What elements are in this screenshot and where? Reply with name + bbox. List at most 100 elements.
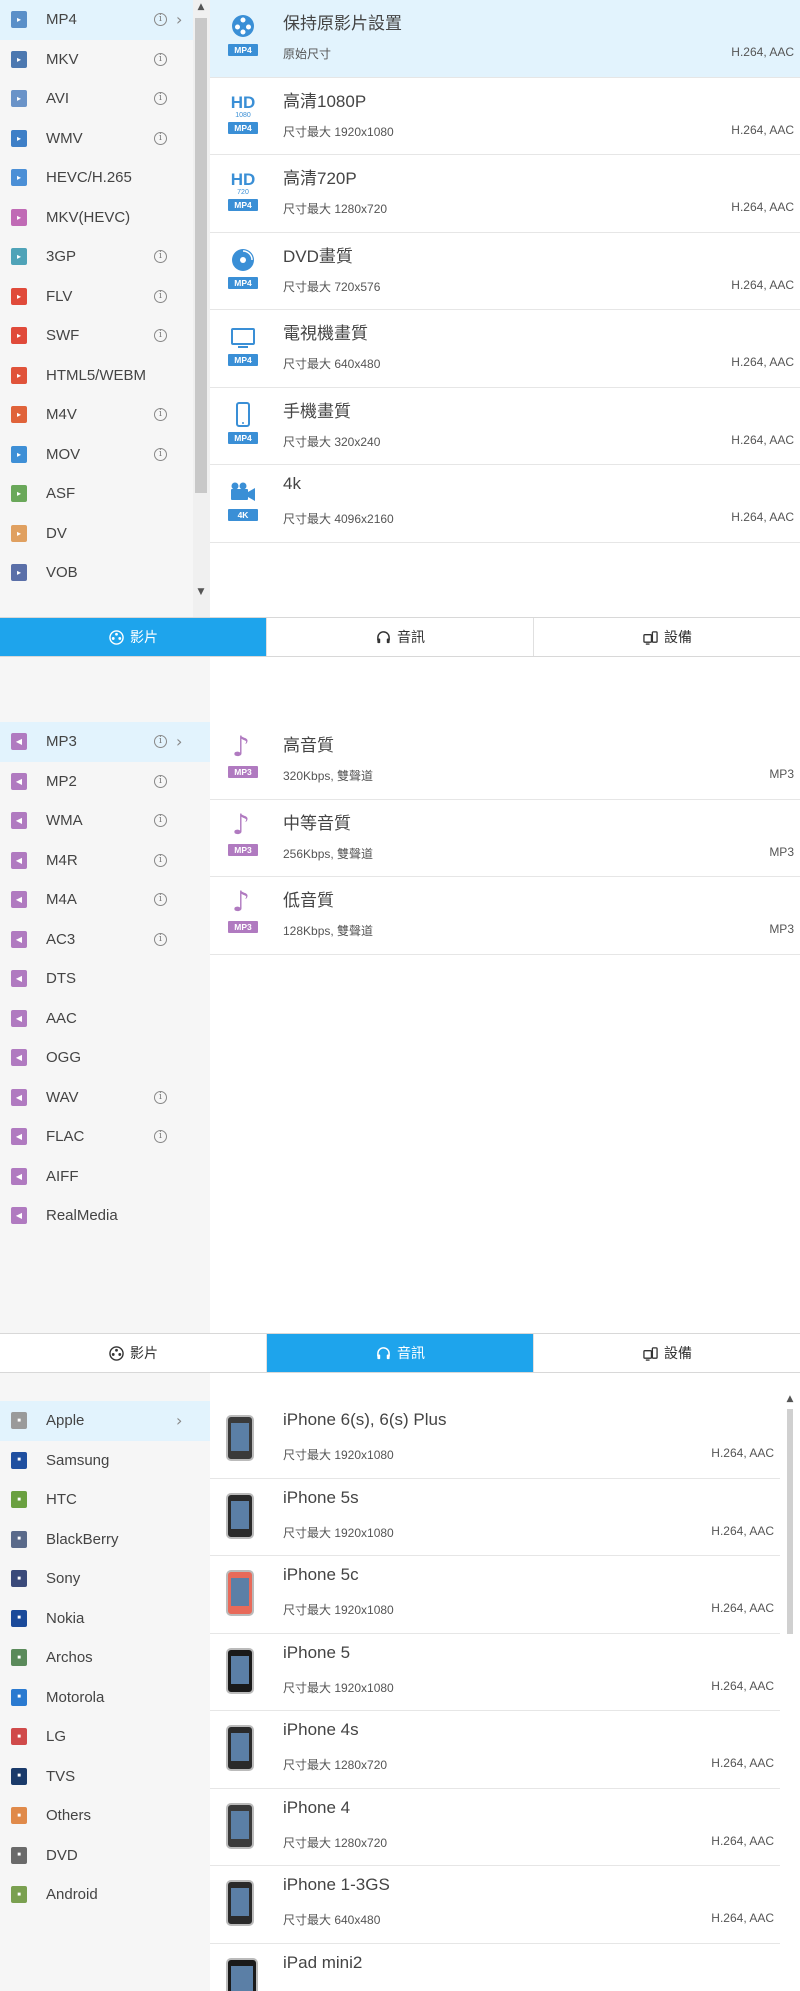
tab-audio[interactable]: 音訊 bbox=[267, 618, 534, 656]
sidebar-item-htc[interactable]: ■ HTC bbox=[0, 1480, 210, 1520]
sidebar-item-mp3[interactable]: ◀ MP3 i › bbox=[0, 722, 210, 762]
audio-preset-row[interactable]: ♪ MP3 中等音質 256Kbps, 雙聲道 MP3 bbox=[210, 800, 800, 877]
sidebar-item-mkv-hevc-[interactable]: ▸ MKV(HEVC) bbox=[0, 198, 210, 238]
wmv-file-icon: ▸ bbox=[11, 129, 27, 147]
sidebar-item-ogg[interactable]: ◀ OGG bbox=[0, 1038, 210, 1078]
sidebar-item-html5-webm[interactable]: ▸ HTML5/WEBM bbox=[0, 356, 210, 396]
sidebar-item-apple[interactable]: ■ Apple › bbox=[0, 1401, 210, 1441]
brand-lg-icon: ■ bbox=[11, 1728, 27, 1746]
info-icon[interactable]: i bbox=[154, 92, 167, 106]
sidebar-item-realmedia[interactable]: ◀ RealMedia bbox=[0, 1196, 210, 1236]
scroll-thumb[interactable] bbox=[195, 18, 207, 493]
device-row[interactable]: iPhone 4s 尺寸最大 1280x720 H.264, AAC bbox=[210, 1711, 780, 1789]
sidebar-item-3gp[interactable]: ▸ 3GP i bbox=[0, 237, 210, 277]
tab-devices[interactable]: 設備 bbox=[534, 1334, 800, 1372]
device-row[interactable]: iPhone 5s 尺寸最大 1920x1080 H.264, AAC bbox=[210, 1479, 780, 1556]
sidebar-item-aiff[interactable]: ◀ AIFF bbox=[0, 1157, 210, 1197]
preset-row[interactable]: 4K 4k 尺寸最大 4096x2160 H.264, AAC bbox=[210, 465, 800, 543]
brand-others-icon: ■ bbox=[11, 1807, 27, 1825]
sidebar-item-m4v[interactable]: ▸ M4V i bbox=[0, 395, 210, 435]
sidebar-item-swf[interactable]: ▸ SWF i bbox=[0, 316, 210, 356]
sidebar-item-asf[interactable]: ▸ ASF bbox=[0, 474, 210, 514]
sidebar-item-android[interactable]: ■ Android bbox=[0, 1875, 210, 1915]
video-preset-list: MP4 保持原影片設置 原始尺寸 H.264, AAC HD 1080 MP4 高清1080P… bbox=[210, 0, 800, 543]
info-icon[interactable]: i bbox=[154, 814, 167, 828]
info-icon[interactable]: i bbox=[154, 1130, 167, 1144]
device-row[interactable]: iPhone 5c 尺寸最大 1920x1080 H.264, AAC bbox=[210, 1556, 780, 1634]
sidebar-item-others[interactable]: ■ Others bbox=[0, 1796, 210, 1836]
preset-row[interactable]: MP4 電視機畫質 尺寸最大 640x480 H.264, AAC bbox=[210, 310, 800, 388]
info-icon[interactable]: i bbox=[154, 774, 167, 788]
device-row[interactable]: iPhone 1-3GS 尺寸最大 640x480 H.264, AAC bbox=[210, 1866, 780, 1944]
audio-file-icon: ◀ bbox=[11, 812, 27, 830]
audio-preset-row[interactable]: ♪ MP3 高音質 320Kbps, 雙聲道 MP3 bbox=[210, 722, 800, 800]
info-icon[interactable]: i bbox=[154, 289, 167, 303]
preset-row[interactable]: MP4 DVD畫質 尺寸最大 720x576 H.264, AAC bbox=[210, 233, 800, 310]
sidebar-item-lg[interactable]: ■ LG bbox=[0, 1717, 210, 1757]
preset-row[interactable]: HD 720 MP4 高清720P 尺寸最大 1280x720 H.264, AAC bbox=[210, 155, 800, 233]
device-row[interactable]: iPhone 4 尺寸最大 1280x720 H.264, AAC bbox=[210, 1789, 780, 1866]
scroll-thumb[interactable] bbox=[787, 1409, 793, 1634]
audio-preset-row[interactable]: ♪ MP3 低音質 128Kbps, 雙聲道 MP3 bbox=[210, 877, 800, 955]
info-icon[interactable]: i bbox=[154, 329, 167, 343]
info-icon[interactable]: i bbox=[154, 250, 167, 264]
preset-row[interactable]: MP4 保持原影片設置 原始尺寸 H.264, AAC bbox=[210, 0, 800, 78]
tab-video[interactable]: 影片 bbox=[0, 618, 267, 656]
tab-video[interactable]: 影片 bbox=[0, 1334, 267, 1372]
info-icon[interactable]: i bbox=[154, 408, 167, 422]
sidebar-item-mp2[interactable]: ◀ MP2 i bbox=[0, 762, 210, 802]
sidebar-item-avi[interactable]: ▸ AVI i bbox=[0, 79, 210, 119]
device-thumbnail bbox=[226, 1802, 254, 1849]
preset-row[interactable]: MP4 手機畫質 尺寸最大 320x240 H.264, AAC bbox=[210, 388, 800, 465]
sidebar-item-dv[interactable]: ▸ DV bbox=[0, 514, 210, 554]
sidebar-item-wav[interactable]: ◀ WAV i bbox=[0, 1078, 210, 1118]
format-badge: MP4 bbox=[228, 354, 258, 366]
scroll-up-arrow[interactable]: ▲ bbox=[783, 1394, 797, 1404]
device-name: iPhone 5 bbox=[283, 1642, 351, 1662]
device-row[interactable]: iPhone 5 尺寸最大 1920x1080 H.264, AAC bbox=[210, 1634, 780, 1711]
info-icon[interactable]: i bbox=[154, 893, 167, 907]
sidebar-item-wmv[interactable]: ▸ WMV i bbox=[0, 119, 210, 159]
sidebar-item-nokia[interactable]: ■ Nokia bbox=[0, 1599, 210, 1639]
sidebar-item-m4a[interactable]: ◀ M4A i bbox=[0, 880, 210, 920]
sidebar-item-dvd[interactable]: ■ DVD bbox=[0, 1836, 210, 1876]
scroll-down-arrow[interactable]: ▼ bbox=[194, 587, 208, 597]
sidebar-item-samsung[interactable]: ■ Samsung bbox=[0, 1441, 210, 1481]
video-list-scrollbar[interactable]: ▲ ▼ bbox=[193, 0, 210, 617]
info-icon[interactable]: i bbox=[154, 735, 167, 749]
tab-devices[interactable]: 設備 bbox=[534, 618, 800, 656]
sidebar-item-ac3[interactable]: ◀ AC3 i bbox=[0, 920, 210, 960]
preset-row[interactable]: HD 1080 MP4 高清1080P 尺寸最大 1920x1080 H.264, AAC bbox=[210, 78, 800, 155]
info-icon[interactable]: i bbox=[154, 52, 167, 66]
device-row[interactable]: iPad mini2尺寸最大 1920x1080H.264, AAC bbox=[210, 1944, 780, 1991]
sidebar-item-mp4[interactable]: ▸ MP4 i › bbox=[0, 0, 210, 40]
sidebar-item-label: LG bbox=[46, 1728, 67, 1746]
info-icon[interactable]: i bbox=[154, 932, 167, 946]
info-icon[interactable]: i bbox=[154, 853, 167, 867]
sidebar-item-motorola[interactable]: ■ Motorola bbox=[0, 1678, 210, 1718]
sidebar-item-aac[interactable]: ◀ AAC bbox=[0, 999, 210, 1039]
sidebar-item-vob[interactable]: ▸ VOB bbox=[0, 553, 210, 593]
info-icon[interactable]: i bbox=[154, 131, 167, 145]
sidebar-item-archos[interactable]: ■ Archos bbox=[0, 1638, 210, 1678]
info-icon[interactable]: i bbox=[154, 13, 167, 27]
tab-label: 影片 bbox=[130, 629, 158, 645]
info-icon[interactable]: i bbox=[154, 1090, 167, 1104]
sidebar-item-mov[interactable]: ▸ MOV i bbox=[0, 435, 210, 475]
sidebar-item-mkv[interactable]: ▸ MKV i bbox=[0, 40, 210, 80]
sidebar-item-flac[interactable]: ◀ FLAC i bbox=[0, 1117, 210, 1157]
sidebar-item-blackberry[interactable]: ■ BlackBerry bbox=[0, 1520, 210, 1560]
sidebar-item-tvs[interactable]: ■ TVS bbox=[0, 1757, 210, 1797]
sidebar-item-m4r[interactable]: ◀ M4R i bbox=[0, 841, 210, 881]
sidebar-item-sony[interactable]: ■ Sony bbox=[0, 1559, 210, 1599]
device-list-scrollbar[interactable]: ▲ bbox=[780, 1373, 800, 1991]
info-icon[interactable]: i bbox=[154, 447, 167, 461]
tab-audio[interactable]: 音訊 bbox=[267, 1334, 534, 1372]
device-codec: H.264, AAC bbox=[711, 1601, 774, 1615]
sidebar-item-flv[interactable]: ▸ FLV i bbox=[0, 277, 210, 317]
sidebar-item-hevc-h-265[interactable]: ▸ HEVC/H.265 bbox=[0, 158, 210, 198]
scroll-up-arrow[interactable]: ▲ bbox=[194, 2, 208, 12]
sidebar-item-wma[interactable]: ◀ WMA i bbox=[0, 801, 210, 841]
sidebar-item-dts[interactable]: ◀ DTS bbox=[0, 959, 210, 999]
device-row[interactable]: iPhone 6(s), 6(s) Plus 尺寸最大 1920x1080 H.26… bbox=[210, 1401, 780, 1479]
